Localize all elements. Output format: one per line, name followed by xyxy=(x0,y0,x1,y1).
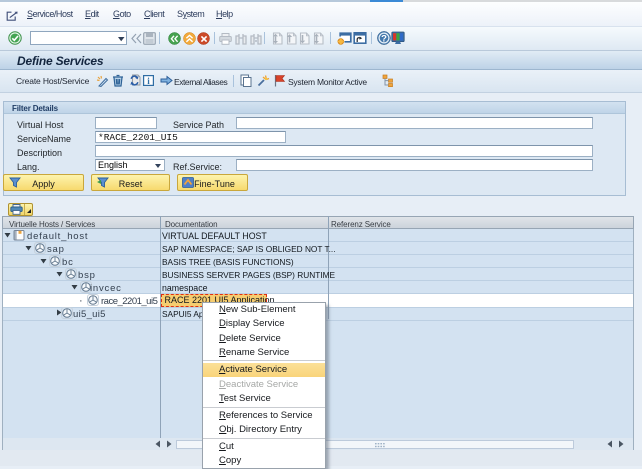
svg-text:?: ? xyxy=(381,34,387,45)
